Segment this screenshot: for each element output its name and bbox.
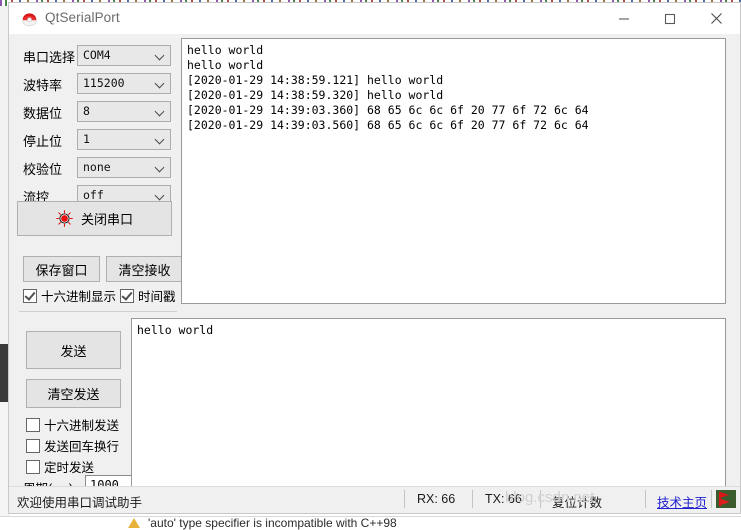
- maximize-icon: [664, 13, 676, 24]
- hex-display-checkbox-label: 十六进制显示: [41, 290, 117, 304]
- label-stopbits-select: 停止位: [23, 134, 63, 149]
- panel-divider: [19, 311, 177, 312]
- red-led-icon: [56, 210, 73, 227]
- warning-triangle-icon: [128, 518, 140, 528]
- chevron-down-icon: [156, 108, 164, 116]
- status-separator: [645, 490, 646, 508]
- checkbox-box: [23, 288, 37, 303]
- parity-select-value: none: [83, 160, 111, 174]
- timestamp-checkbox[interactable]: 时间戳: [120, 286, 176, 305]
- client-area: 串口选择 波特率 数据位 停止位 校验位 流控 COM4 115200 8 1: [9, 34, 740, 513]
- checkbox-box: [26, 459, 40, 474]
- close-button[interactable]: [693, 3, 739, 34]
- close-port-button[interactable]: 关闭串口: [17, 201, 172, 236]
- databits-select[interactable]: 8: [77, 101, 171, 122]
- label-parity-select: 校验位: [23, 162, 63, 177]
- timed-send-checkbox-label: 定时发送: [44, 461, 95, 475]
- status-message: 欢迎使用串口调试助手: [17, 496, 143, 510]
- clear-receive-button[interactable]: 清空接收: [106, 256, 183, 282]
- label-port-select: 串口选择: [23, 50, 76, 65]
- window-title: QtSerialPort: [45, 10, 120, 25]
- status-separator: [404, 490, 405, 508]
- status-separator: [472, 490, 473, 508]
- tx-counter: TX: 66: [485, 492, 522, 506]
- chevron-down-icon: [156, 192, 164, 200]
- label-databits-select: 数据位: [23, 106, 63, 121]
- label-baudrate-select: 波特率: [23, 78, 63, 93]
- background-warning-text: 'auto' type specifier is incompatible wi…: [148, 516, 397, 530]
- send-button-label: 发送: [60, 343, 87, 359]
- chevron-down-icon: [156, 164, 164, 172]
- baudrate-select-value: 115200: [83, 76, 125, 90]
- save-window-button-label: 保存窗口: [35, 262, 88, 278]
- status-separator: [711, 490, 712, 508]
- close-icon: [710, 13, 722, 24]
- close-port-button-label: 关闭串口: [80, 212, 133, 227]
- hex-display-checkbox[interactable]: 十六进制显示: [23, 286, 116, 305]
- port-select[interactable]: COM4: [77, 45, 171, 66]
- minimize-button[interactable]: [601, 3, 647, 34]
- reset-counter-button[interactable]: 复位计数: [552, 492, 602, 511]
- status-separator: [540, 490, 541, 508]
- clear-receive-button-label: 清空接收: [118, 262, 171, 278]
- receive-textarea[interactable]: hello world hello world [2020-01-29 14:3…: [181, 38, 726, 304]
- stopbits-select[interactable]: 1: [77, 129, 171, 150]
- hex-send-checkbox[interactable]: 十六进制发送: [26, 415, 119, 434]
- minimize-icon: [619, 17, 629, 20]
- qtserialport-window: QtSerialPort 串口选择 波特率 数据位 停止位 校验位 流控 COM…: [8, 2, 741, 514]
- parity-select[interactable]: none: [77, 157, 171, 178]
- checkbox-box: [26, 438, 40, 453]
- clear-send-button-label: 清空发送: [47, 387, 100, 402]
- screen-root: 'auto' type specifier is incompatible wi…: [0, 0, 741, 530]
- flowcontrol-select-value: off: [83, 188, 104, 202]
- homepage-link[interactable]: 技术主页: [657, 492, 707, 511]
- rx-counter: RX: 66: [417, 492, 456, 506]
- chevron-down-icon: [156, 52, 164, 60]
- qt-logo-icon: [22, 13, 37, 27]
- save-window-button[interactable]: 保存窗口: [23, 256, 100, 282]
- port-select-value: COM4: [83, 48, 111, 62]
- databits-select-value: 8: [83, 104, 90, 118]
- timed-send-checkbox[interactable]: 定时发送: [26, 457, 94, 476]
- send-textarea[interactable]: hello world: [131, 318, 726, 494]
- clear-send-button[interactable]: 清空发送: [26, 379, 121, 408]
- send-button[interactable]: 发送: [26, 331, 121, 369]
- title-bar: QtSerialPort: [9, 3, 740, 34]
- maximize-button[interactable]: [647, 3, 693, 34]
- hex-send-checkbox-label: 十六进制发送: [44, 419, 120, 433]
- send-crlf-checkbox-label: 发送回车换行: [44, 440, 120, 454]
- flag-icon[interactable]: [716, 490, 736, 508]
- stopbits-select-value: 1: [83, 132, 90, 146]
- chevron-down-icon: [156, 80, 164, 88]
- chevron-down-icon: [156, 136, 164, 144]
- timestamp-checkbox-label: 时间戳: [138, 290, 176, 304]
- send-crlf-checkbox[interactable]: 发送回车换行: [26, 436, 119, 455]
- baudrate-select[interactable]: 115200: [77, 73, 171, 94]
- checkbox-box: [26, 417, 40, 432]
- background-issue-panel: 'auto' type specifier is incompatible wi…: [0, 516, 741, 530]
- checkbox-box: [120, 288, 134, 303]
- status-bar: 欢迎使用串口调试助手 RX: 66 TX: 66 复位计数 技术主页: [9, 486, 740, 513]
